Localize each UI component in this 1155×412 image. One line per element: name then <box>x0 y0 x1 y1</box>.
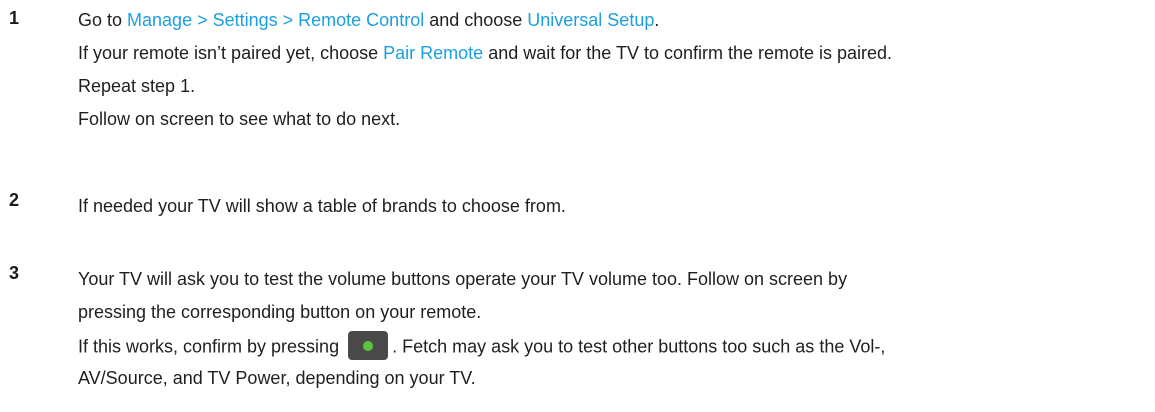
step-2-line-1: If needed your TV will show a table of b… <box>78 196 566 216</box>
text: . Fetch may ask you to test other button… <box>392 336 886 357</box>
step-number: 1 <box>9 8 20 28</box>
step-3-line-4: AV/Source, and TV Power, depending on yo… <box>78 368 476 388</box>
step-3-line-1: Your TV will ask you to test the volume … <box>78 269 848 289</box>
pair-remote-link[interactable]: Pair Remote <box>383 43 483 63</box>
step-number: 3 <box>9 263 20 283</box>
text: and choose <box>424 10 528 30</box>
text: If this works, confirm by pressing <box>78 336 345 357</box>
step-3-line-2: pressing the corresponding button on you… <box>78 302 482 322</box>
green-button-icon <box>348 331 389 360</box>
step-1-line-1: Go to Manage > Settings > Remote Control… <box>78 8 659 32</box>
text: If your remote isn’t paired yet, choose <box>78 43 384 63</box>
text: Go to <box>78 10 128 30</box>
green-dot-icon <box>363 340 374 351</box>
step-1-line-4: Follow on screen to see what to do next. <box>78 109 401 129</box>
step-number: 2 <box>9 190 20 210</box>
text: and wait for the TV to confirm the remot… <box>483 43 893 63</box>
settings-path-link[interactable]: Manage > Settings > Remote Control <box>127 10 424 30</box>
step-3-line-3: If this works, confirm by pressing . Fet… <box>78 331 886 362</box>
step-1-line-3: Repeat step 1. <box>78 76 196 96</box>
text: . <box>654 10 660 30</box>
universal-setup-link[interactable]: Universal Setup <box>527 10 654 30</box>
step-1-line-2: If your remote isn’t paired yet, choose … <box>78 41 892 65</box>
